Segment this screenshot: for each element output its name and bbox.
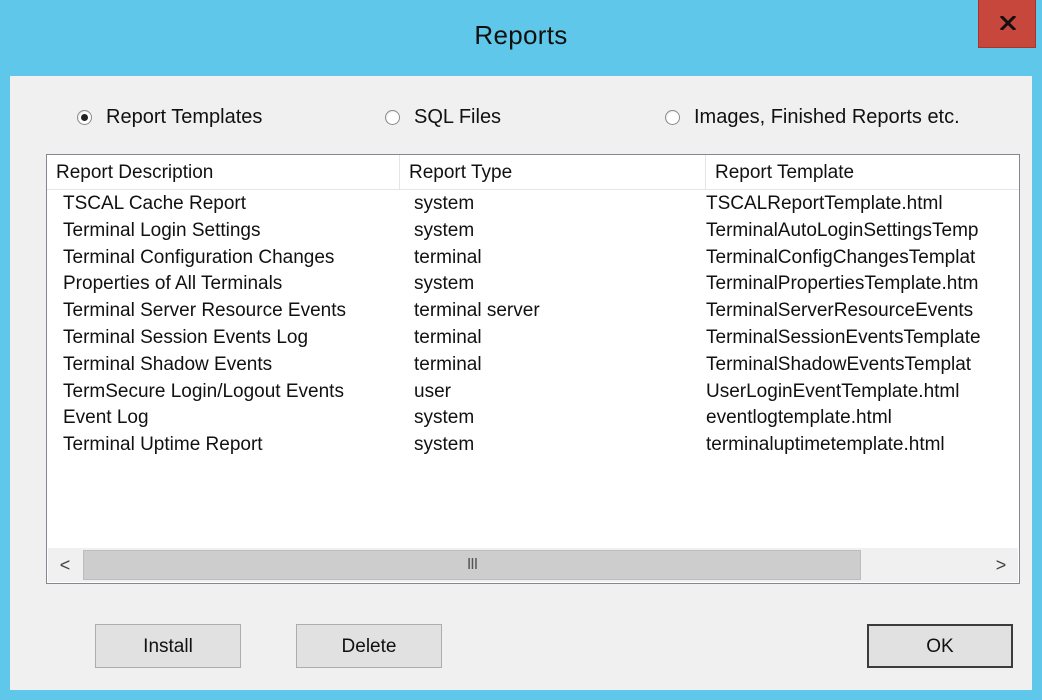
table-row[interactable]: Terminal Configuration Changes terminal Te… [47, 245, 1019, 272]
cell-template: terminaluptimetemplate.html [706, 434, 945, 456]
cell-template: TSCALReportTemplate.html [706, 193, 943, 214]
cell-description: Terminal Session Events Log [63, 326, 309, 348]
cell-template: eventlogtemplate.html [706, 407, 892, 429]
cell-template: TerminalPropertiesTemplate.htm [706, 273, 979, 295]
radio-images-finished-reports[interactable]: Images, Finished Reports etc. [665, 104, 960, 130]
close-icon [1000, 16, 1016, 30]
radio-label: SQL Files [414, 105, 502, 128]
table-row[interactable]: Terminal Server Resource Events terminal … [47, 298, 1019, 325]
window-title: Reports [474, 20, 568, 50]
table-row[interactable]: Terminal Shadow Events terminal TerminalSh… [47, 352, 1019, 379]
scroll-right-button[interactable]: > [984, 548, 1018, 582]
list-body: TSCAL Cache Report system TSCALReportTempl… [47, 191, 1019, 459]
cell-type: system [414, 407, 475, 429]
cell-type: system [414, 219, 475, 241]
cell-template: TerminalAutoLoginSettingsTemp [706, 219, 979, 241]
close-button[interactable] [978, 0, 1036, 48]
table-row[interactable]: Terminal Session Events Log terminal Termi… [47, 325, 1019, 352]
install-button[interactable]: Install [95, 624, 241, 668]
cell-template: TerminalServerResourceEvents [706, 300, 974, 322]
table-row[interactable]: Properties of All Terminals system Termina… [47, 271, 1019, 298]
table-row[interactable]: Terminal Uptime Report system terminalupti… [47, 432, 1019, 459]
scroll-left-button[interactable]: < [48, 548, 82, 582]
cell-description: Terminal Server Resource Events [63, 300, 346, 322]
cell-type: terminal [414, 353, 482, 375]
cell-type: system [414, 434, 475, 456]
list-header: Report Description Report Type Report Te… [47, 155, 1019, 190]
cell-type: terminal [414, 246, 482, 268]
cell-description: TSCAL Cache Report [63, 193, 247, 214]
cell-type: terminal server [414, 300, 540, 322]
cell-description: Terminal Login Settings [63, 219, 261, 241]
cell-type: system [414, 273, 475, 295]
cell-description: Event Log [63, 407, 149, 429]
grip-icon: III [466, 556, 478, 573]
cell-description: TermSecure Login/Logout Events [63, 380, 344, 402]
chevron-left-icon: < [59, 554, 71, 575]
table-row[interactable]: TermSecure Login/Logout Events user UserLo… [47, 379, 1019, 406]
column-header-type[interactable]: Report Type [400, 155, 706, 189]
radio-unchecked-icon[interactable] [385, 109, 400, 125]
cell-description: Terminal Shadow Events [63, 353, 273, 375]
scroll-thumb[interactable]: III [83, 550, 861, 580]
column-header-template[interactable]: Report Template [706, 155, 1019, 189]
radio-checked-icon[interactable] [77, 109, 92, 125]
table-row[interactable]: Terminal Login Settings system TerminalAut… [47, 218, 1019, 245]
radio-label: Report Templates [106, 105, 263, 128]
delete-button[interactable]: Delete [296, 624, 442, 668]
reports-dialog: Reports Report Templates SQL Files Image… [0, 0, 1042, 700]
horizontal-scrollbar[interactable]: < III > [48, 548, 1018, 582]
cell-type: terminal [414, 326, 482, 348]
cell-description: Terminal Uptime Report [63, 434, 263, 456]
ok-button[interactable]: OK [867, 624, 1013, 668]
table-row[interactable]: Event Log system eventlogtemplate.html [47, 405, 1019, 432]
cell-type: user [414, 380, 451, 402]
chevron-right-icon: > [995, 554, 1007, 575]
reports-list[interactable]: Report Description Report Type Report Te… [46, 154, 1020, 584]
radio-label: Images, Finished Reports etc. [694, 105, 960, 128]
radio-sql-files[interactable]: SQL Files [385, 104, 501, 130]
radio-report-templates[interactable]: Report Templates [77, 104, 262, 130]
cell-template: TerminalConfigChangesTemplat [706, 246, 976, 268]
cell-template: TerminalShadowEventsTemplat [706, 353, 972, 375]
column-header-description[interactable]: Report Description [47, 155, 400, 189]
radio-unchecked-icon[interactable] [665, 109, 680, 125]
cell-template: UserLoginEventTemplate.html [706, 380, 960, 402]
cell-template: TerminalSessionEventsTemplate [706, 326, 981, 348]
cell-description: Properties of All Terminals [63, 273, 283, 295]
table-row[interactable]: TSCAL Cache Report system TSCALReportTempl… [47, 191, 1019, 218]
title-bar[interactable]: Reports [0, 0, 1042, 76]
cell-type: system [414, 193, 475, 214]
cell-description: Terminal Configuration Changes [63, 246, 335, 268]
